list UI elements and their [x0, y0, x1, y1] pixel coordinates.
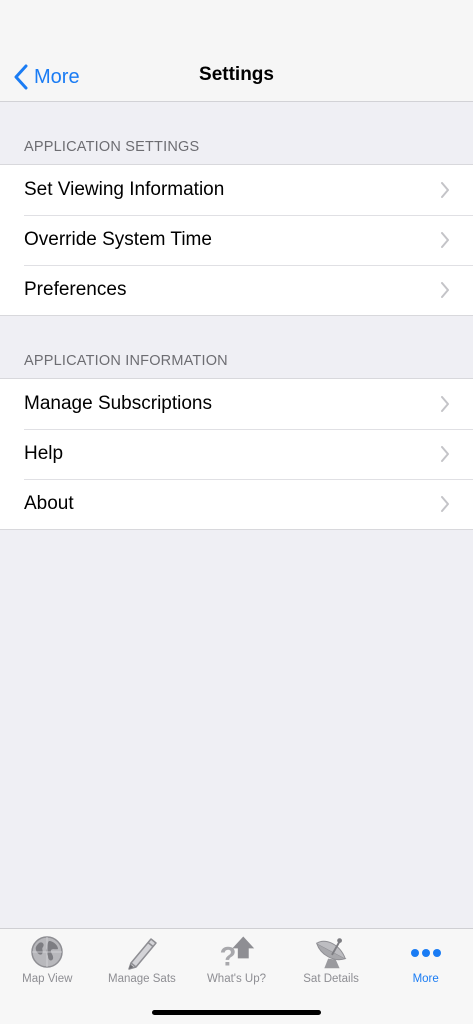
page-title: Settings [199, 64, 274, 85]
settings-row-manage-subscriptions[interactable]: Manage Subscriptions [0, 379, 473, 429]
application-settings-group: Set Viewing Information Override System … [0, 164, 473, 316]
satellite-dish-icon [315, 938, 347, 969]
settings-row-help[interactable]: Help [0, 429, 473, 479]
pencil-icon [128, 938, 157, 970]
svg-text:?: ? [220, 941, 237, 971]
application-information-group: Manage Subscriptions Help About [0, 378, 473, 530]
tab-label: What's Up? [206, 973, 267, 985]
chevron-right-icon [441, 182, 449, 198]
section-header-application-settings: APPLICATION SETTINGS [24, 139, 200, 155]
row-label: About [24, 493, 74, 514]
settings-screen: More Settings APPLICATION SETTINGS Set V… [0, 0, 473, 1024]
chevron-right-icon [441, 496, 449, 512]
row-label: Manage Subscriptions [24, 393, 212, 414]
row-label: Override System Time [24, 229, 212, 250]
row-label: Help [24, 443, 64, 464]
tab-label: Map View [22, 973, 73, 985]
settings-row-set-viewing-information[interactable]: Set Viewing Information [0, 165, 473, 215]
chevron-right-icon [441, 446, 449, 462]
tab-label: Sat Details [303, 973, 359, 985]
tab-map-view[interactable]: Map View [0, 929, 95, 991]
tab-whats-up[interactable]: ? What's Up? [189, 929, 284, 991]
navigation-bar: More Settings [0, 0, 473, 102]
settings-row-override-system-time[interactable]: Override System Time [0, 215, 473, 265]
home-indicator[interactable] [152, 1010, 321, 1015]
tab-label: More [412, 973, 439, 985]
question-up-arrow-icon: ? [220, 936, 255, 971]
tab-manage-sats[interactable]: Manage Sats [95, 929, 190, 991]
tab-more[interactable]: More [378, 929, 473, 991]
tab-bar: Map View Manage Sats ? What's Up? Sat De… [0, 928, 473, 1024]
row-label: Set Viewing Information [24, 179, 225, 200]
settings-row-preferences[interactable]: Preferences [0, 265, 473, 315]
row-label: Preferences [24, 279, 127, 300]
more-dots-icon [410, 949, 441, 957]
section-header-application-information: APPLICATION INFORMATION [24, 353, 228, 369]
settings-row-about[interactable]: About [0, 479, 473, 529]
globe-icon [31, 936, 64, 968]
tab-label: Manage Sats [108, 973, 176, 985]
chevron-right-icon [441, 232, 449, 248]
chevron-right-icon [441, 282, 449, 298]
chevron-right-icon [441, 396, 449, 412]
tab-sat-details[interactable]: Sat Details [284, 929, 379, 991]
